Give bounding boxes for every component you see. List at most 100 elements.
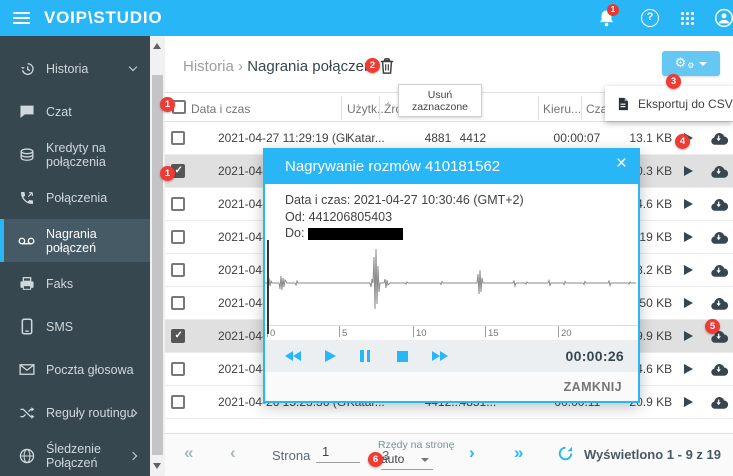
play-button[interactable] <box>683 166 693 176</box>
sidebar-item-reguly-routingu[interactable]: Reguły routingu <box>0 391 150 434</box>
account-icon <box>714 8 733 28</box>
header-user[interactable]: Użytk... <box>347 102 387 116</box>
scroll-down-arrow[interactable] <box>153 463 161 469</box>
pagination-bar: « ‹ Strona z 3 Rzędy na stronę auto › » … <box>164 433 733 476</box>
file-icon <box>618 97 628 110</box>
cloud-download-icon <box>711 364 729 376</box>
cloud-download-icon <box>711 166 729 178</box>
waveform-timeline: 0 5 10 15 20 <box>265 325 638 340</box>
header-direction[interactable]: Kieru... <box>543 102 581 116</box>
stop-button[interactable] <box>397 350 408 362</box>
sms-icon <box>18 318 35 335</box>
fast-forward-button[interactable] <box>432 351 448 361</box>
download-button[interactable] <box>704 230 733 244</box>
rows-per-page-label: Rzędy na stronę <box>378 439 455 451</box>
row-checkbox[interactable] <box>171 197 186 211</box>
play-button[interactable] <box>683 397 693 407</box>
download-button[interactable] <box>704 263 733 277</box>
header-date[interactable]: Data i czas <box>191 102 250 116</box>
sidebar-item-nagrania-polaczen[interactable]: Nagrania połączeń <box>0 219 150 262</box>
download-button[interactable] <box>704 395 733 409</box>
sidebar: Historia Czat Kredyty na połączenia Połą… <box>0 36 150 476</box>
row-checkbox[interactable] <box>171 131 186 145</box>
sidebar-item-label: Nagrania połączeń <box>46 226 97 255</box>
sidebar-item-label: Kredyty na połączenia <box>46 140 106 169</box>
playback-cursor[interactable] <box>267 240 269 334</box>
sidebar-item-label: Faks <box>46 276 74 291</box>
modal-header: Nagrywanie rozmów 410181562 × <box>263 148 640 184</box>
download-button[interactable] <box>704 197 733 211</box>
apps-grid-icon[interactable] <box>681 12 694 25</box>
scrollbar-thumb[interactable] <box>152 75 163 455</box>
scroll-up-arrow[interactable] <box>153 43 161 49</box>
row-checkbox[interactable] <box>171 230 186 244</box>
breadcrumb-separator: › <box>238 58 244 75</box>
app-logo: VOIP\STUDIO <box>44 8 163 27</box>
chat-icon <box>18 103 35 120</box>
cloud-download-icon <box>711 133 729 145</box>
row-checkbox[interactable] <box>171 362 186 376</box>
download-button[interactable] <box>704 296 733 310</box>
last-page-button[interactable]: » <box>514 443 523 463</box>
annotation-1b: 1 <box>160 166 175 181</box>
account-button[interactable] <box>714 8 733 28</box>
redacted-number <box>307 227 403 240</box>
close-modal-button[interactable]: ZAMKNIJ <box>564 380 622 394</box>
cell-date: 2021-04-27 11:29:19 (GMT+2) <box>217 131 347 145</box>
sidebar-item-polaczenia[interactable]: Połączenia <box>0 176 150 219</box>
row-checkbox[interactable] <box>171 296 186 310</box>
download-button[interactable] <box>704 362 733 376</box>
sidebar-item-label: Poczta głosowa <box>46 362 134 377</box>
hamburger-menu-icon[interactable] <box>13 12 30 24</box>
play-button[interactable] <box>683 364 693 374</box>
info-datetime: Data i czas: 2021-04-27 10:30:46 (GMT+2) <box>285 193 524 207</box>
sidebar-item-czat[interactable]: Czat <box>0 90 150 133</box>
phone-icon <box>18 189 35 206</box>
play-button[interactable] <box>683 232 693 242</box>
sidebar-item-historia[interactable]: Historia <box>0 47 150 90</box>
page-label: Strona <box>272 448 311 463</box>
notifications-button[interactable]: 1 <box>598 4 619 28</box>
row-checkbox[interactable] <box>171 263 186 277</box>
rows-per-page-select[interactable]: auto <box>381 452 433 470</box>
row-checkbox[interactable] <box>171 395 186 409</box>
download-button[interactable] <box>704 164 733 178</box>
play-button[interactable] <box>683 298 693 308</box>
info-from: Od: 441206805403 <box>285 209 393 224</box>
download-button[interactable] <box>704 131 733 145</box>
close-icon[interactable]: × <box>616 153 627 175</box>
play-button[interactable] <box>683 265 693 275</box>
cloud-download-icon <box>711 199 729 211</box>
rows-per-page-value: auto <box>381 452 405 466</box>
play-button[interactable] <box>683 199 693 209</box>
help-button[interactable]: ? <box>641 9 659 27</box>
next-page-button[interactable]: › <box>469 443 475 463</box>
row-checkbox[interactable] <box>171 329 186 343</box>
page-input[interactable] <box>316 444 360 463</box>
pause-button[interactable] <box>360 350 373 362</box>
settings-button[interactable]: ⚙ ⚙ <box>662 51 720 76</box>
sidebar-item-label: Historia <box>46 61 89 76</box>
notification-badge: 1 <box>607 4 619 16</box>
prev-page-button[interactable]: ‹ <box>230 443 236 463</box>
play-button[interactable] <box>325 350 336 362</box>
waveform[interactable] <box>265 240 636 325</box>
recording-info: Data i czas: 2021-04-27 10:30:46 (GMT+2)… <box>285 192 524 242</box>
refresh-button[interactable] <box>557 445 574 462</box>
delete-selected-button[interactable] <box>379 57 396 76</box>
gear-icon: ⚙ <box>674 56 687 71</box>
first-page-button[interactable]: « <box>184 443 193 463</box>
cloud-download-icon <box>711 397 729 409</box>
sidebar-item-kredyty[interactable]: Kredyty na połączenia <box>0 133 150 176</box>
sidebar-item-poczta-glosowa[interactable]: Poczta głosowa <box>0 348 150 391</box>
breadcrumb-parent[interactable]: Historia <box>183 58 234 75</box>
play-button[interactable] <box>683 331 693 341</box>
cell-size: 13.1 KB <box>629 131 673 145</box>
export-csv-menu-item[interactable]: Eksportuj do CSV <box>605 86 733 121</box>
select-caret-icon <box>421 458 429 462</box>
sidebar-item-sledzenie-polaczen[interactable]: Śledzenie Połączeń <box>0 434 150 476</box>
envelope-icon <box>18 361 35 378</box>
sidebar-item-faks[interactable]: Faks <box>0 262 150 305</box>
rewind-button[interactable] <box>285 351 301 361</box>
sidebar-item-sms[interactable]: SMS <box>0 305 150 348</box>
